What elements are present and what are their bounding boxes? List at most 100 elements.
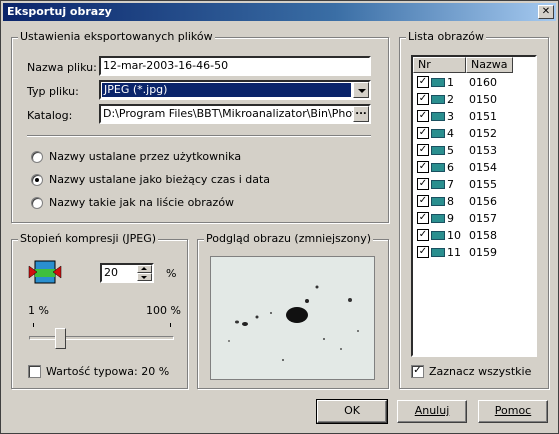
list-item-nr: 11 [447, 246, 461, 259]
list-item-nr: 4 [447, 127, 454, 140]
list-item[interactable]: ✓ 11 0159 [413, 244, 533, 261]
image-thumbnail-icon [431, 112, 445, 121]
typical-value-label[interactable]: Wartość typowa: 20 % [46, 365, 169, 378]
list-item-nr: 10 [447, 229, 461, 242]
radio-user-names[interactable] [31, 151, 43, 163]
list-item-nr: 1 [447, 76, 454, 89]
list-item-checkbox[interactable]: ✓ [417, 195, 429, 207]
column-header-name[interactable]: Nazwa [466, 57, 513, 73]
radio-list-names[interactable] [31, 197, 43, 209]
list-item-checkbox[interactable]: ✓ [417, 161, 429, 173]
list-item-nr: 6 [447, 161, 454, 174]
spin-down-icon[interactable] [137, 273, 152, 281]
check-icon: ✓ [418, 93, 428, 104]
slider-tick-min [33, 323, 34, 327]
radio-user-names-label[interactable]: Nazwy ustalane przez użytkownika [49, 150, 241, 163]
list-item[interactable]: ✓ 3 0151 [413, 108, 533, 125]
chevron-down-icon[interactable] [353, 82, 369, 98]
image-thumbnail-icon [431, 197, 445, 206]
compression-slider-track[interactable] [29, 336, 174, 340]
list-item-checkbox[interactable]: ✓ [417, 144, 429, 156]
slider-min-label: 1 % [28, 304, 49, 317]
list-item-name: 0154 [469, 161, 497, 174]
image-thumbnail-icon [431, 180, 445, 189]
image-preview [210, 256, 375, 380]
check-icon: ✓ [418, 110, 428, 121]
list-item-nr: 2 [447, 93, 454, 106]
select-all-checkbox[interactable]: ✓ [411, 365, 424, 378]
column-header-nr[interactable]: Nr [413, 57, 466, 73]
compression-slider-thumb[interactable] [54, 328, 66, 349]
list-item-name: 0159 [469, 246, 497, 259]
list-item-name: 0157 [469, 212, 497, 225]
list-item-nr: 8 [447, 195, 454, 208]
folder-input[interactable]: D:\Program Files\BBT\Mikroanalizator\Bin… [99, 104, 371, 124]
cancel-button[interactable]: Anuluj [397, 400, 467, 423]
preview-title: Podgląd obrazu (zmniejszony) [204, 232, 374, 245]
ok-button[interactable]: OK [316, 399, 388, 424]
image-thumbnail-icon [431, 95, 445, 104]
list-item[interactable]: ✓ 8 0156 [413, 193, 533, 210]
list-item[interactable]: ✓ 5 0153 [413, 142, 533, 159]
list-item[interactable]: ✓ 4 0152 [413, 125, 533, 142]
title-bar: Eksportuj obrazy ✕ [3, 3, 556, 21]
image-thumbnail-icon [431, 146, 445, 155]
preview-image [211, 257, 374, 379]
list-item[interactable]: ✓ 10 0158 [413, 227, 533, 244]
window-title: Eksportuj obrazy [7, 5, 112, 18]
list-item-name: 0156 [469, 195, 497, 208]
list-item[interactable]: ✓ 7 0155 [413, 176, 533, 193]
compression-spinner[interactable]: 20 [100, 263, 154, 283]
filename-input[interactable]: 12-mar-2003-16-46-50 [99, 56, 371, 76]
list-item[interactable]: ✓ 9 0157 [413, 210, 533, 227]
list-item-checkbox[interactable]: ✓ [417, 93, 429, 105]
compression-title: Stopień kompresji (JPEG) [18, 232, 159, 245]
filetype-label: Typ pliku: [27, 85, 79, 98]
list-item-name: 0158 [469, 229, 497, 242]
spin-up-icon[interactable] [137, 265, 152, 273]
list-item[interactable]: ✓ 6 0154 [413, 159, 533, 176]
export-images-dialog: Eksportuj obrazy ✕ Ustawienia eksportowa… [0, 0, 559, 434]
radio-list-names-label[interactable]: Nazwy takie jak na liście obrazów [49, 196, 234, 209]
list-item-checkbox[interactable]: ✓ [417, 212, 429, 224]
list-item-checkbox[interactable]: ✓ [417, 178, 429, 190]
check-icon: ✓ [418, 229, 428, 240]
compression-unit: % [166, 267, 177, 280]
check-icon: ✓ [418, 178, 428, 189]
list-item-checkbox[interactable]: ✓ [417, 229, 429, 241]
list-item-nr: 9 [447, 212, 454, 225]
check-icon: ✓ [418, 127, 428, 138]
filetype-select[interactable]: JPEG (*.jpg) [99, 80, 371, 100]
filetype-selected-value: JPEG (*.jpg) [102, 83, 351, 97]
slider-tick-max [170, 323, 171, 327]
image-list-title: Lista obrazów [406, 30, 486, 43]
compression-value: 20 [104, 266, 118, 279]
browse-folder-button[interactable]: ... [353, 106, 369, 122]
image-thumbnail-icon [431, 163, 445, 172]
list-item-checkbox[interactable]: ✓ [417, 127, 429, 139]
list-item[interactable]: ✓ 2 0150 [413, 91, 533, 108]
list-item-nr: 5 [447, 144, 454, 157]
check-icon: ✓ [418, 161, 428, 172]
list-item-checkbox[interactable]: ✓ [417, 76, 429, 88]
typical-value-checkbox[interactable] [28, 365, 41, 378]
list-item-nr: 3 [447, 110, 454, 123]
export-settings-title: Ustawienia eksportowanych plików [18, 30, 215, 43]
image-listview[interactable]: Nr Nazwa ✓ 1 0160 ✓ 2 0150 ✓ 3 0151 ✓ 4 0152 ✓ 5 0153 ✓… [411, 55, 537, 357]
image-thumbnail-icon [431, 231, 445, 240]
select-all-label[interactable]: Zaznacz wszystkie [429, 365, 531, 378]
check-icon: ✓ [413, 365, 422, 376]
close-button[interactable]: ✕ [538, 5, 554, 19]
radio-datetime-names[interactable] [31, 174, 43, 186]
list-item-name: 0150 [469, 93, 497, 106]
list-item-name: 0151 [469, 110, 497, 123]
help-button[interactable]: Pomoc [478, 400, 548, 423]
list-item-nr: 7 [447, 178, 454, 191]
list-item[interactable]: ✓ 1 0160 [413, 74, 533, 91]
settings-separator [27, 135, 371, 137]
list-item-checkbox[interactable]: ✓ [417, 246, 429, 258]
check-icon: ✓ [418, 144, 428, 155]
list-item-checkbox[interactable]: ✓ [417, 110, 429, 122]
check-icon: ✓ [418, 76, 428, 87]
radio-datetime-names-label[interactable]: Nazwy ustalane jako bieżący czas i data [49, 173, 270, 186]
